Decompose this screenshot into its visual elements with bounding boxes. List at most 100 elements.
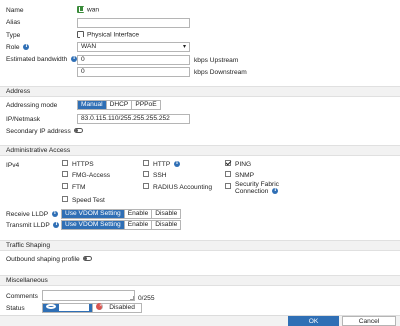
footer-bar xyxy=(0,315,400,326)
transmit-lldp-label-text: Transmit LLDP xyxy=(6,222,50,229)
ping-checkbox[interactable]: PING xyxy=(225,160,252,168)
role-select[interactable]: WAN ▾ xyxy=(77,42,190,52)
checkbox-icon xyxy=(225,171,231,178)
https-label: HTTPS xyxy=(72,161,94,168)
status-disabled-label: Disabled xyxy=(106,304,138,312)
checkbox-icon xyxy=(62,183,68,190)
outbound-shaping-label-text: Outbound shaping profile xyxy=(6,256,80,263)
security-fabric-label: Security Fabric Connection i xyxy=(235,181,279,195)
traffic-shaping-section-header: Traffic Shaping xyxy=(0,240,400,251)
receive-lldp-vdom-button[interactable]: Use VDOM Setting xyxy=(62,210,125,218)
physical-port-icon xyxy=(77,31,85,38)
radius-accounting-checkbox[interactable]: RADIUS Accounting xyxy=(143,183,213,191)
ftm-checkbox[interactable]: FTM xyxy=(62,183,86,191)
mode-manual-button[interactable]: Manual xyxy=(78,101,107,109)
info-icon[interactable]: i xyxy=(272,188,279,195)
bandwidth-label: Estimated bandwidth i xyxy=(6,56,78,63)
role-label-text: Role xyxy=(6,44,20,51)
comments-counter: 0/255 xyxy=(138,295,155,302)
receive-lldp-disable-button[interactable]: Disable xyxy=(152,210,181,218)
misc-section-header: Miscellaneous xyxy=(0,275,400,286)
transmit-lldp-disable-button[interactable]: Disable xyxy=(152,221,181,229)
outbound-shaping-label: Outbound shaping profile xyxy=(6,255,92,263)
info-icon[interactable]: i xyxy=(23,44,30,51)
receive-lldp-label: Receive LLDP i xyxy=(6,211,58,218)
comments-label: Comments xyxy=(6,293,38,300)
downstream-unit: kbps Downstream xyxy=(194,69,247,76)
network-port-icon xyxy=(77,6,84,13)
resize-handle-icon[interactable] xyxy=(130,296,134,300)
transmit-lldp-enable-button[interactable]: Enable xyxy=(124,221,153,229)
https-checkbox[interactable]: HTTPS xyxy=(62,160,94,168)
checkbox-icon xyxy=(62,160,68,167)
upstream-input[interactable]: 0 xyxy=(77,55,190,65)
mode-pppoe-button[interactable]: PPPoE xyxy=(132,101,160,109)
comments-textarea[interactable] xyxy=(42,290,135,301)
receive-lldp-selector: Use VDOM Setting Enable Disable xyxy=(61,209,182,219)
ipv4-label: IPv4 xyxy=(6,162,20,169)
checkbox-icon xyxy=(62,196,68,203)
outbound-shaping-toggle[interactable] xyxy=(82,255,92,261)
mode-dhcp-button[interactable]: DHCP xyxy=(106,101,133,109)
fmg-access-checkbox[interactable]: FMG-Access xyxy=(62,171,111,179)
alias-input[interactable] xyxy=(77,18,190,28)
transmit-lldp-vdom-button[interactable]: Use VDOM Setting xyxy=(62,221,125,229)
interface-name-value: wan xyxy=(87,6,100,14)
type-label: Type xyxy=(6,32,21,39)
address-section-header: Address xyxy=(0,86,400,97)
speed-test-label: Speed Test xyxy=(72,197,105,204)
admin-access-section-header: Administrative Access xyxy=(0,145,400,156)
name-label: Name xyxy=(6,7,24,14)
ok-button[interactable]: OK xyxy=(288,316,339,326)
checkbox-checked-icon xyxy=(225,160,231,167)
role-select-value: WAN xyxy=(81,43,97,50)
http-label: HTTP xyxy=(153,161,171,168)
type-value-text: Physical Interface xyxy=(87,31,140,39)
security-fabric-checkbox[interactable]: Security Fabric Connection i xyxy=(225,181,279,195)
radius-accounting-label: RADIUS Accounting xyxy=(153,184,213,191)
info-icon[interactable]: i xyxy=(51,211,58,218)
checkbox-icon xyxy=(143,160,149,167)
cancel-button[interactable]: Cancel xyxy=(342,316,396,326)
fmg-access-label: FMG-Access xyxy=(72,172,111,179)
alias-label: Alias xyxy=(6,19,21,26)
checkbox-icon xyxy=(143,183,149,190)
status-selector: Enabled × Disabled xyxy=(42,303,142,313)
secondary-ip-toggle[interactable] xyxy=(73,127,83,133)
receive-lldp-label-text: Receive LLDP xyxy=(6,211,49,218)
http-checkbox[interactable]: HTTP i xyxy=(143,160,180,168)
ftm-label: FTM xyxy=(72,184,86,191)
checkbox-icon xyxy=(143,171,149,178)
transmit-lldp-selector: Use VDOM Setting Enable Disable xyxy=(61,220,182,230)
ssh-checkbox[interactable]: SSH xyxy=(143,171,167,179)
snmp-label: SNMP xyxy=(235,172,255,179)
secondary-ip-label: Secondary IP address xyxy=(6,127,83,135)
type-value: Physical Interface xyxy=(77,31,139,38)
x-circle-icon: × xyxy=(96,303,104,310)
snmp-checkbox[interactable]: SNMP xyxy=(225,171,255,179)
ip-netmask-input[interactable]: 83.0.115.110/255.255.255.252 xyxy=(77,114,190,124)
secondary-ip-label-text: Secondary IP address xyxy=(6,128,71,135)
downstream-input[interactable]: 0 xyxy=(77,67,190,77)
check-circle-icon xyxy=(46,303,56,309)
bandwidth-label-text: Estimated bandwidth xyxy=(6,56,68,63)
addressing-mode-label: Addressing mode xyxy=(6,102,58,109)
chevron-down-icon: ▾ xyxy=(182,44,186,50)
security-fabric-label-line2: Connection xyxy=(235,188,269,195)
status-enabled-button[interactable]: Enabled xyxy=(43,303,94,312)
ip-netmask-label: IP/Netmask xyxy=(6,116,41,123)
status-enabled-label: Enabled xyxy=(59,304,90,311)
ssh-label: SSH xyxy=(153,172,167,179)
status-label: Status xyxy=(6,305,25,312)
addressing-mode-selector: Manual DHCP PPPoE xyxy=(77,100,161,110)
role-label: Role i xyxy=(6,44,30,51)
transmit-lldp-label: Transmit LLDP i xyxy=(6,222,60,229)
info-icon[interactable]: i xyxy=(53,222,60,229)
info-icon[interactable]: i xyxy=(173,161,180,168)
status-disabled-button[interactable]: × Disabled xyxy=(93,303,141,312)
receive-lldp-enable-button[interactable]: Enable xyxy=(124,210,153,218)
ping-label: PING xyxy=(235,161,252,168)
speed-test-checkbox[interactable]: Speed Test xyxy=(62,196,105,204)
checkbox-icon xyxy=(62,171,68,178)
interface-name: wan xyxy=(77,6,99,13)
